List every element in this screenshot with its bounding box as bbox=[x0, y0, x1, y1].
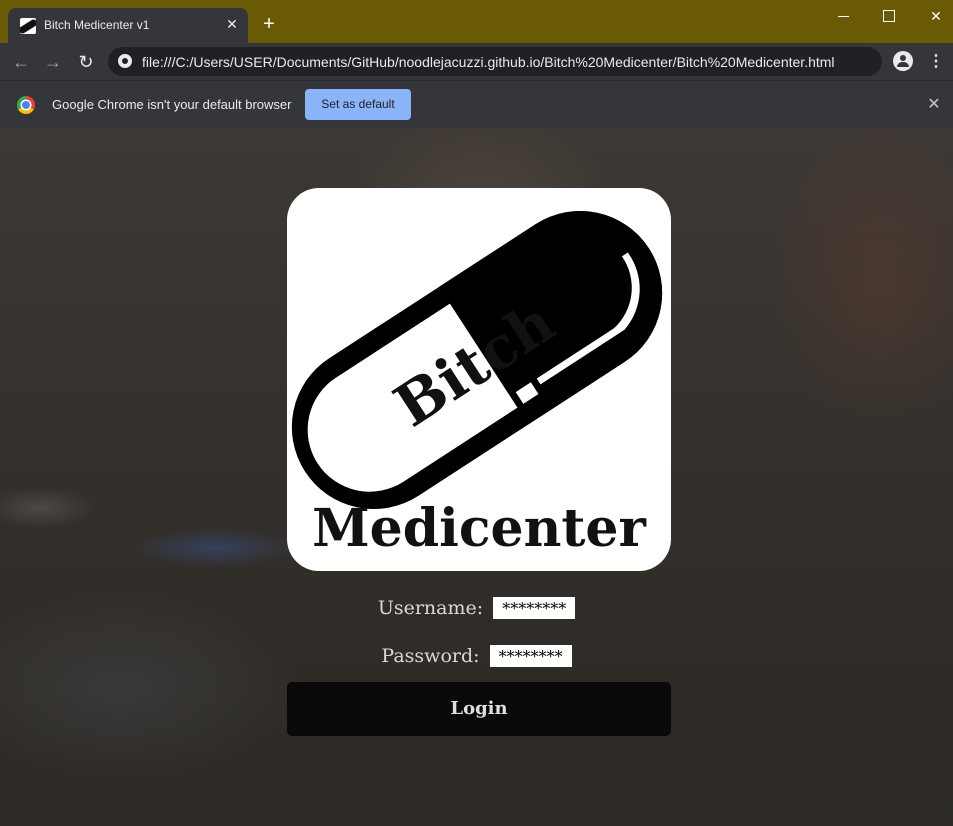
address-bar[interactable]: file:///C:/Users/USER/Documents/GitHub/n… bbox=[108, 47, 882, 76]
medicenter-logo: Bitch Medicenter bbox=[287, 188, 671, 571]
window-close-button[interactable]: ✕ bbox=[924, 6, 948, 26]
username-row: Username: ******** bbox=[0, 596, 953, 619]
site-info-icon[interactable] bbox=[118, 54, 132, 68]
chrome-logo-icon bbox=[17, 96, 35, 114]
reload-button[interactable]: ↻ bbox=[75, 51, 97, 73]
page-content: Bitch Medicenter Username: ******** Pass… bbox=[0, 128, 953, 826]
maximize-button[interactable] bbox=[877, 6, 901, 26]
login-button[interactable]: Login bbox=[287, 682, 671, 736]
site-favicon-icon bbox=[20, 18, 36, 34]
infobar-message: Google Chrome isn't your default browser bbox=[52, 97, 292, 112]
minimize-button[interactable] bbox=[831, 6, 855, 26]
new-tab-button[interactable]: + bbox=[259, 14, 279, 34]
default-browser-infobar: Google Chrome isn't your default browser… bbox=[0, 80, 953, 128]
logo-title: Medicenter bbox=[312, 498, 646, 559]
url-text[interactable]: file:///C:/Users/USER/Documents/GitHub/n… bbox=[142, 54, 835, 70]
back-button[interactable]: ← bbox=[10, 51, 32, 73]
browser-toolbar: ← → ↻ file:///C:/Users/USER/Documents/Gi… bbox=[0, 43, 953, 80]
password-row: Password: ******** bbox=[0, 644, 953, 667]
tab-close-icon[interactable]: ✕ bbox=[224, 16, 240, 32]
set-default-button[interactable]: Set as default bbox=[305, 89, 411, 120]
username-input[interactable]: ******** bbox=[493, 597, 576, 619]
infobar-close-icon[interactable]: ✕ bbox=[924, 95, 944, 115]
forward-button[interactable]: → bbox=[42, 51, 64, 73]
password-label: Password: bbox=[381, 645, 480, 667]
browser-tab[interactable]: Bitch Medicenter v1 ✕ bbox=[8, 8, 248, 43]
tab-title: Bitch Medicenter v1 bbox=[44, 18, 150, 32]
profile-icon[interactable] bbox=[893, 51, 913, 71]
title-bar: Bitch Medicenter v1 ✕ + ✕ bbox=[0, 0, 953, 43]
menu-button[interactable]: ⋮ bbox=[926, 51, 946, 73]
pill-logo-graphic: Bitch Medicenter bbox=[291, 211, 663, 559]
password-input[interactable]: ******** bbox=[489, 645, 572, 667]
username-label: Username: bbox=[377, 597, 484, 619]
